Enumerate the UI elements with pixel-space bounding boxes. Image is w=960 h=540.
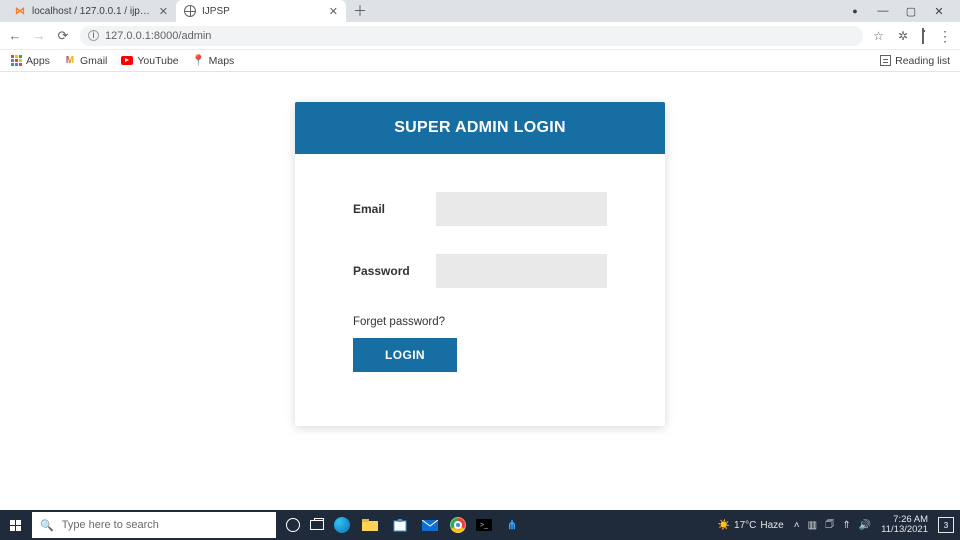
- reading-list-button[interactable]: Reading list: [880, 55, 950, 67]
- file-explorer-icon[interactable]: [360, 515, 380, 535]
- gmail-icon: M: [64, 55, 76, 67]
- bookmark-label: Apps: [26, 55, 50, 67]
- record-indicator-icon: ●: [848, 6, 862, 16]
- bookmark-youtube[interactable]: YouTube: [121, 55, 178, 67]
- email-label: Email: [353, 202, 436, 216]
- taskbar-clock[interactable]: 7:26 AM 11/13/2021: [881, 515, 928, 536]
- vscode-app-icon[interactable]: ⋔: [502, 515, 522, 535]
- bookmark-label: YouTube: [137, 55, 178, 67]
- reading-list-icon: [880, 55, 891, 66]
- login-card-body: Email Password Forget password? LOGIN: [295, 154, 665, 396]
- password-input[interactable]: [436, 254, 607, 288]
- site-info-icon[interactable]: i: [88, 30, 99, 41]
- taskbar-search[interactable]: 🔍 Type here to search: [32, 512, 276, 538]
- start-button[interactable]: [0, 510, 30, 540]
- chrome-app-icon[interactable]: [450, 517, 466, 533]
- email-input[interactable]: [436, 192, 607, 226]
- windows-logo-icon: [10, 520, 21, 531]
- address-bar[interactable]: i 127.0.0.1:8000/admin: [80, 26, 863, 46]
- weather-temp: 17°C: [734, 520, 756, 531]
- browser-toolbar: ← → ⟳ i 127.0.0.1:8000/admin ☆ ✲ ⋮: [0, 22, 960, 50]
- tab-title: localhost / 127.0.0.1 / ijpsooth_jc: [32, 6, 153, 17]
- bookmark-apps[interactable]: Apps: [10, 55, 50, 67]
- tab-title: IJPSP: [202, 6, 323, 17]
- weather-cond: Haze: [760, 520, 783, 531]
- minimize-button[interactable]: —: [876, 5, 890, 17]
- cortana-icon[interactable]: [286, 518, 300, 532]
- password-label: Password: [353, 264, 436, 278]
- tab-close-icon[interactable]: ✕: [159, 5, 168, 18]
- bookmarks-bar: Apps M Gmail YouTube 📍 Maps Reading list: [0, 50, 960, 72]
- tab-close-icon[interactable]: ✕: [329, 5, 338, 18]
- password-row: Password: [353, 254, 607, 288]
- task-view-icon[interactable]: [310, 520, 324, 530]
- bookmark-gmail[interactable]: M Gmail: [64, 55, 107, 67]
- login-button[interactable]: LOGIN: [353, 338, 457, 372]
- tray-icons: ˄ ▥ 🗇 ⇑ 🔊: [794, 517, 871, 534]
- login-title: SUPER ADMIN LOGIN: [394, 119, 566, 137]
- url-text: 127.0.0.1:8000/admin: [105, 30, 211, 42]
- apps-grid-icon: [10, 55, 22, 67]
- browser-tab-inactive[interactable]: ⋈ localhost / 127.0.0.1 / ijpsooth_jc ✕: [6, 0, 176, 22]
- login-card-header: SUPER ADMIN LOGIN: [295, 102, 665, 154]
- maps-icon: 📍: [193, 55, 205, 67]
- clock-date: 11/13/2021: [881, 525, 928, 535]
- reading-list-label: Reading list: [895, 55, 950, 67]
- volume-icon[interactable]: 🔊: [859, 520, 871, 531]
- forgot-password-link[interactable]: Forget password?: [353, 316, 607, 328]
- browser-menu-icon[interactable]: ⋮: [938, 29, 952, 43]
- chevron-up-icon[interactable]: ˄: [794, 520, 800, 531]
- windows-taskbar: 🔍 Type here to search ⋔ ☀️ 17°C Haze ˄ ▥…: [0, 510, 960, 540]
- back-button[interactable]: ←: [8, 28, 22, 43]
- forward-button[interactable]: →: [32, 28, 46, 43]
- reload-button[interactable]: ⟳: [56, 28, 70, 44]
- edge-app-icon[interactable]: [334, 517, 350, 533]
- page-content: SUPER ADMIN LOGIN Email Password Forget …: [0, 72, 960, 510]
- search-placeholder: Type here to search: [62, 519, 159, 531]
- battery-icon: [922, 29, 924, 43]
- globe-favicon-icon: [184, 5, 196, 17]
- browser-tab-active[interactable]: IJPSP ✕: [176, 0, 346, 22]
- onedrive-icon[interactable]: ▥: [808, 520, 817, 531]
- login-card: SUPER ADMIN LOGIN Email Password Forget …: [295, 102, 665, 426]
- ms-store-icon[interactable]: [390, 515, 410, 535]
- wifi-icon[interactable]: ⇑: [842, 520, 850, 531]
- bookmark-star-icon[interactable]: ☆: [873, 29, 884, 43]
- mail-app-icon[interactable]: [420, 515, 440, 535]
- battery-tray-icon[interactable]: 🗇: [825, 517, 834, 534]
- terminal-app-icon[interactable]: [476, 519, 492, 531]
- browser-tabstrip: ⋈ localhost / 127.0.0.1 / ijpsooth_jc ✕ …: [0, 0, 960, 22]
- weather-icon: ☀️: [718, 520, 730, 531]
- extensions-icon[interactable]: ✲: [898, 29, 908, 43]
- xampp-favicon-icon: ⋈: [14, 5, 26, 17]
- email-row: Email: [353, 192, 607, 226]
- search-icon: 🔍: [40, 519, 54, 532]
- weather-widget[interactable]: ☀️ 17°C Haze: [718, 520, 784, 531]
- system-tray: ☀️ 17°C Haze ˄ ▥ 🗇 ⇑ 🔊 7:26 AM 11/13/202…: [718, 515, 960, 536]
- bookmark-label: Gmail: [80, 55, 107, 67]
- notification-count: 3: [944, 521, 948, 530]
- action-center-icon[interactable]: 3: [938, 517, 954, 533]
- window-controls: ● — ▢ ✕: [848, 0, 956, 22]
- new-tab-button[interactable]: ＋: [350, 1, 370, 21]
- bookmark-maps[interactable]: 📍 Maps: [193, 55, 235, 67]
- taskbar-apps: ⋔: [286, 515, 522, 535]
- youtube-icon: [121, 55, 133, 67]
- close-window-button[interactable]: ✕: [932, 5, 946, 18]
- bookmark-label: Maps: [209, 55, 235, 67]
- maximize-button[interactable]: ▢: [904, 5, 918, 18]
